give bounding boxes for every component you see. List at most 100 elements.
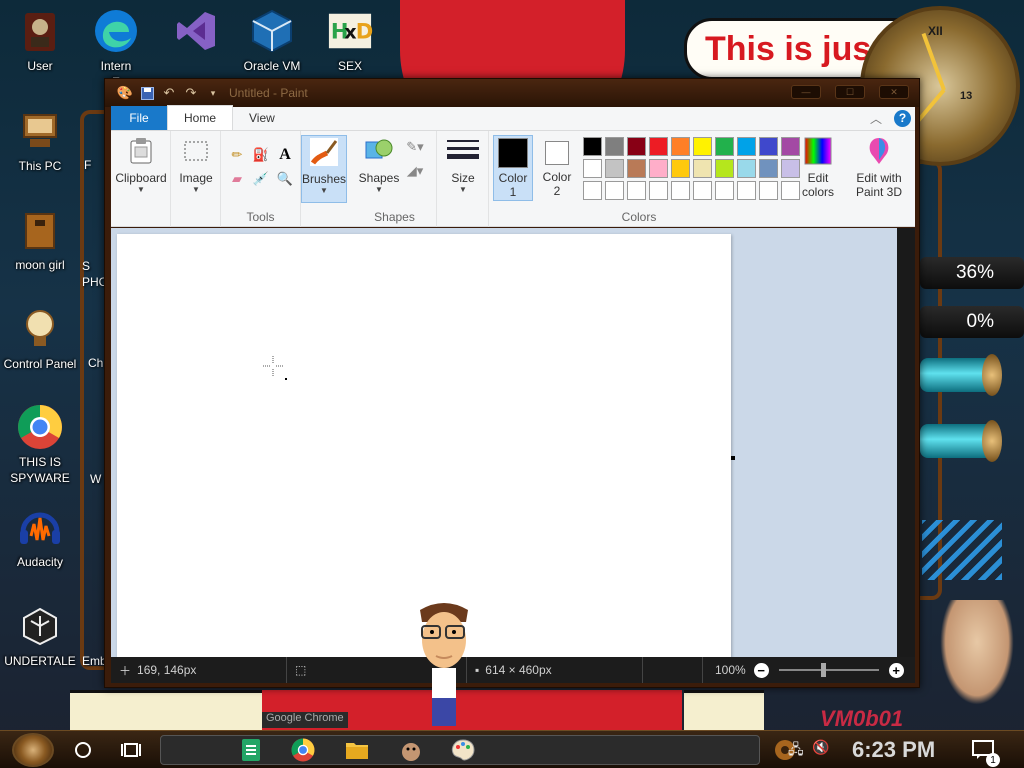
palette-swatch[interactable]: [715, 159, 734, 178]
palette-swatch[interactable]: [759, 159, 778, 178]
zoom-slider-thumb[interactable]: [820, 663, 826, 677]
palette-swatch[interactable]: [759, 137, 778, 156]
taskbar-hamster-app[interactable]: [396, 735, 426, 765]
fill-shape-icon[interactable]: ◢▾: [405, 161, 425, 181]
clock-time[interactable]: 6:23 PM: [852, 737, 935, 763]
start-button[interactable]: [12, 733, 54, 767]
palette-swatch[interactable]: [737, 181, 756, 200]
canvas-resize-handle[interactable]: [731, 456, 735, 460]
tab-home[interactable]: Home: [167, 105, 234, 130]
task-view-button[interactable]: [116, 735, 146, 765]
taskbar: 🖧 🔇 6:23 PM 1: [0, 730, 1024, 768]
color2-button[interactable]: Color 2: [537, 135, 577, 201]
color2-chip: [545, 141, 569, 165]
zoom-slider[interactable]: [778, 663, 879, 677]
desktop-icon-control-panel[interactable]: Control Panel: [0, 306, 80, 372]
edit-paint3d-label: Edit with Paint 3D: [855, 171, 903, 199]
notifications-button[interactable]: 1: [968, 735, 1000, 767]
brushes-button[interactable]: Brushes ▼: [301, 135, 347, 203]
vertical-scrollbar[interactable]: [897, 228, 915, 657]
image-label: Image: [179, 171, 213, 185]
desktop-icon-chrome[interactable]: THIS IS SPYWARE: [0, 404, 80, 486]
network-icon[interactable]: 🖧: [788, 739, 804, 763]
pencil-icon[interactable]: ✏: [227, 145, 247, 165]
zoom-in-button[interactable]: +: [888, 662, 904, 678]
color-picker-icon[interactable]: 💉: [251, 169, 271, 189]
size-button[interactable]: Size ▼: [441, 135, 485, 194]
color1-button[interactable]: Color 1: [493, 135, 533, 201]
taskbar-sheets[interactable]: [236, 735, 266, 765]
volume-muted-icon[interactable]: 🔇: [812, 739, 829, 756]
shapes-button[interactable]: Shapes ▼: [357, 135, 401, 194]
customize-dropdown-icon[interactable]: ▾: [205, 85, 221, 101]
taskbar-file-explorer[interactable]: [342, 735, 372, 765]
desktop-icon-visual-studio[interactable]: [156, 8, 236, 54]
redo-icon[interactable]: ↷: [183, 85, 199, 101]
zoom-out-button[interactable]: −: [753, 662, 769, 678]
tab-file[interactable]: File: [111, 106, 167, 130]
palette-swatch[interactable]: [759, 181, 778, 200]
wallpaper-brace-left: [80, 110, 104, 670]
search-button[interactable]: [68, 735, 98, 765]
palette-swatch[interactable]: [605, 137, 624, 156]
palette-swatch[interactable]: [583, 181, 602, 200]
palette-swatch[interactable]: [649, 181, 668, 200]
palette-swatch[interactable]: [671, 181, 690, 200]
chrome-icon: [291, 738, 315, 762]
cursor-position-icon: ＋: [119, 663, 132, 678]
crosshair-cursor-icon: [263, 356, 283, 376]
palette-swatch[interactable]: [693, 159, 712, 178]
palette-swatch[interactable]: [649, 159, 668, 178]
palette-swatch[interactable]: [605, 181, 624, 200]
save-icon[interactable]: [139, 85, 155, 101]
clock-hand: [921, 32, 946, 91]
desktop-icon-sex[interactable]: HxD SEX: [310, 8, 390, 74]
desktop-icon-user[interactable]: User: [0, 8, 80, 74]
eraser-icon[interactable]: ▰: [227, 169, 247, 189]
palette-swatch[interactable]: [693, 181, 712, 200]
palette-swatch[interactable]: [649, 137, 668, 156]
edit-colors-button[interactable]: Edit colors: [796, 135, 840, 199]
palette-swatch[interactable]: [605, 159, 624, 178]
image-button[interactable]: Image ▼: [175, 135, 217, 194]
palette-swatch[interactable]: [715, 181, 734, 200]
close-button[interactable]: ✕: [879, 85, 909, 99]
palette-swatch[interactable]: [583, 137, 602, 156]
desktop-icon-label: UNDERTALE: [4, 654, 76, 668]
status-canvas-size: ▪ 614 × 460px: [467, 657, 643, 683]
collapse-ribbon-icon[interactable]: ︿: [870, 110, 882, 127]
google-chrome-tooltip: Google Chrome: [262, 712, 348, 728]
desktop-icon-undertale[interactable]: UNDERTALE: [0, 603, 80, 669]
desktop-icon-audacity[interactable]: Audacity: [0, 504, 80, 570]
fill-icon[interactable]: ⛽: [251, 145, 271, 165]
taskbar-paint[interactable]: [448, 735, 478, 765]
palette-swatch[interactable]: [737, 137, 756, 156]
palette-swatch[interactable]: [627, 159, 646, 178]
palette-swatch[interactable]: [693, 137, 712, 156]
xd-file-icon: HxD: [327, 8, 373, 54]
help-icon[interactable]: ?: [894, 109, 911, 127]
maximize-button[interactable]: ☐: [835, 85, 865, 99]
palette-swatch[interactable]: [737, 159, 756, 178]
undo-icon[interactable]: ↶: [161, 85, 177, 101]
drawing-canvas[interactable]: [117, 234, 731, 657]
magnifier-icon[interactable]: 🔍: [275, 169, 295, 189]
palette-swatch[interactable]: [671, 159, 690, 178]
minimize-button[interactable]: —: [791, 85, 821, 99]
palette-swatch[interactable]: [583, 159, 602, 178]
palette-swatch[interactable]: [627, 181, 646, 200]
edit-with-paint3d-button[interactable]: Edit with Paint 3D: [851, 135, 907, 199]
outline-icon[interactable]: ✎▾: [405, 137, 425, 157]
desktop-icon-this-pc[interactable]: This PC: [0, 108, 80, 174]
desktop-icon-moon-girl[interactable]: moon girl: [0, 207, 80, 273]
ribbon-tab-controls: ︿ ?: [870, 106, 915, 130]
palette-swatch[interactable]: [627, 137, 646, 156]
tab-view[interactable]: View: [233, 106, 291, 130]
palette-swatch[interactable]: [671, 137, 690, 156]
palette-swatch[interactable]: [715, 137, 734, 156]
text-tool-icon[interactable]: A: [275, 145, 295, 165]
taskbar-chrome[interactable]: [288, 735, 318, 765]
desktop-icon-oracle-vm[interactable]: Oracle VM: [232, 8, 312, 74]
paint-app-icon[interactable]: 🎨: [117, 85, 133, 101]
clipboard-button[interactable]: Clipboard ▼: [115, 135, 167, 194]
